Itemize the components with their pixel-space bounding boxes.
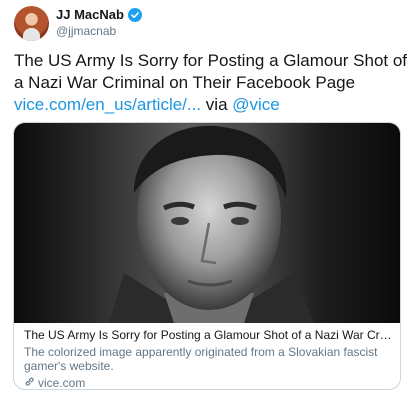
tweet: JJ MacNab @jjmacnab The US Army Is Sorry… (0, 0, 416, 400)
author-name-row: JJ MacNab (56, 7, 142, 22)
tweet-text-line-3: vice.com/en_us/article/... via @vice (14, 94, 406, 116)
article-link[interactable]: vice.com/en_us/article/... (14, 95, 201, 114)
card-title[interactable]: The US Army Is Sorry for Posting a Glamo… (24, 328, 392, 343)
link-icon (24, 376, 35, 389)
avatar[interactable] (14, 6, 49, 41)
author-handle[interactable]: @jjmacnab (56, 24, 116, 38)
portrait-photo (109, 125, 314, 323)
tweet-text: The US Army Is Sorry for Posting a Glamo… (14, 50, 408, 116)
card-description: The colorized image apparently originate… (24, 345, 378, 373)
tweet-text-line-2: a Nazi War Criminal on Their Facebook Pa… (14, 73, 356, 92)
verified-icon (127, 7, 142, 22)
via-text: via (201, 95, 233, 114)
mention-link[interactable]: @vice (232, 95, 280, 114)
tweet-text-line-1: The US Army Is Sorry for Posting a Glamo… (14, 51, 408, 70)
card-domain-row: vice.com (24, 376, 392, 390)
link-preview-card[interactable]: The US Army Is Sorry for Posting a Glamo… (13, 122, 401, 390)
card-domain: vice.com (38, 376, 86, 390)
card-body[interactable]: The US Army Is Sorry for Posting a Glamo… (24, 328, 392, 390)
card-image[interactable] (14, 123, 400, 323)
author-display-name[interactable]: JJ MacNab (56, 7, 124, 22)
